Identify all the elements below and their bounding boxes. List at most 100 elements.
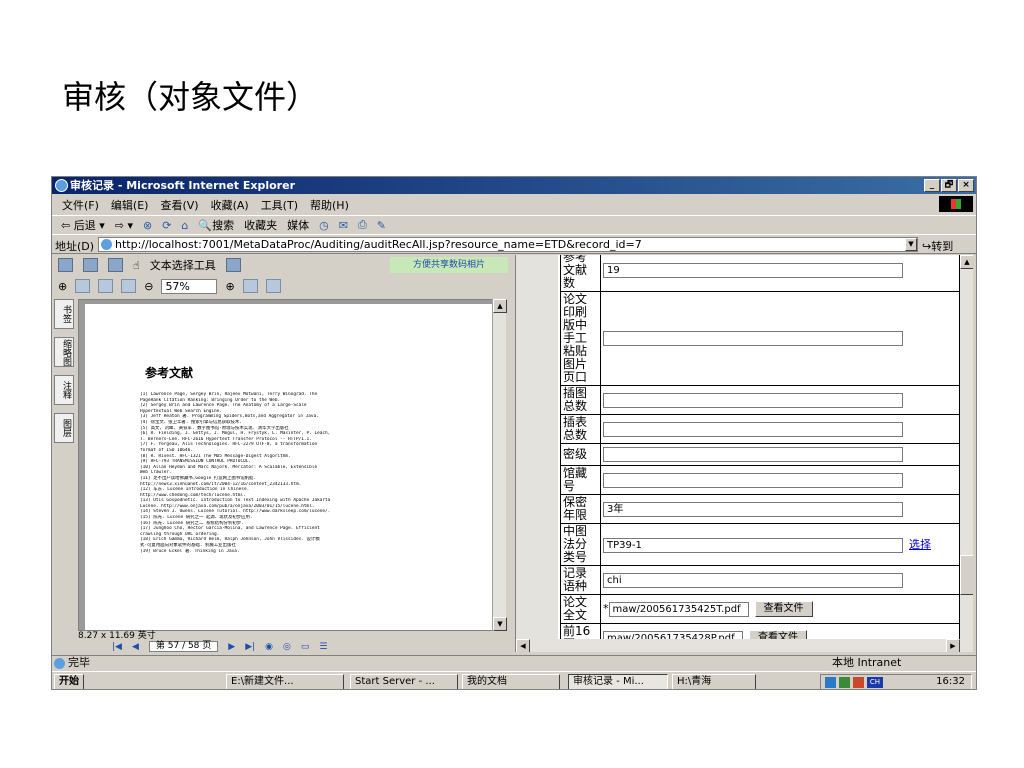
search-button[interactable]: 🔍搜索	[193, 217, 239, 233]
favorites-button[interactable]: 收藏夹	[239, 217, 282, 233]
form-vertical-scrollbar[interactable]: ▲	[960, 255, 973, 639]
next-page-icon[interactable]: ▶	[228, 642, 235, 652]
window-titlebar[interactable]: 审核记录 - Microsoft Internet Explorer _ 🗗 ×	[52, 177, 976, 194]
zoom-in-icon[interactable]: ⊕	[58, 280, 67, 293]
standard-toolbar: ⇦ 后退 ▾ ⇨ ▾ ⊗ ⟳ ⌂ 🔍搜索 收藏夹 媒体 ◷ ✉ ⎙ ✎	[52, 215, 976, 234]
last-page-icon[interactable]: ▶|	[245, 642, 255, 652]
first-page-icon[interactable]: |◀	[112, 642, 122, 652]
rotate-right-icon[interactable]	[265, 279, 281, 293]
tab-thumbnails[interactable]: 缩略图	[54, 337, 74, 367]
rotate-left-icon[interactable]	[242, 279, 258, 293]
secrecy-period-input[interactable]: 3年	[603, 501, 903, 517]
antivirus-icon[interactable]	[853, 677, 864, 688]
print-icon[interactable]	[83, 258, 98, 272]
find-icon[interactable]	[108, 258, 123, 272]
clc-number-input[interactable]: TP39-1	[603, 537, 903, 553]
task-new-folder[interactable]: E:\新建文件...	[226, 674, 344, 689]
tab-layers[interactable]: 图层	[54, 413, 74, 443]
fit-width-icon[interactable]	[121, 279, 137, 293]
table-row: 论文印刷版中手工粘贴图片页口	[560, 291, 960, 386]
home-icon[interactable]: ⌂	[176, 219, 193, 232]
history-icon[interactable]: ◷	[314, 219, 334, 232]
hand-tool-icon[interactable]: ☝	[133, 259, 140, 272]
menu-file[interactable]: 文件(F)	[56, 197, 105, 213]
zoom-input[interactable]: 57%	[161, 278, 218, 294]
text-select-tool[interactable]: 文本选择工具	[150, 257, 216, 273]
pdf-vertical-scrollbar[interactable]: ▲ ▼	[492, 299, 507, 631]
scroll-right-icon[interactable]: ▶	[946, 639, 960, 652]
label-figure-count: 插图总数	[560, 385, 601, 415]
pdf-toolbar-main: ☝ 文本选择工具 方便共享数码相片	[52, 255, 509, 275]
page-indicator[interactable]: 第 57 / 58 页	[148, 641, 219, 652]
forward-button[interactable]: ⇨ ▾	[110, 219, 138, 232]
address-input[interactable]: http://localhost:7001/MetaDataProc/Audit…	[98, 237, 918, 252]
forward-view-icon[interactable]: ◎	[283, 642, 291, 652]
browser-window: 审核记录 - Microsoft Internet Explorer _ 🗗 ×…	[51, 176, 977, 690]
close-button[interactable]: ×	[958, 179, 974, 192]
pdf-document-view[interactable]: 参考文献 [1] Lawrence Page, Sergey Brin, Raj…	[78, 299, 506, 631]
go-label: 转到	[931, 240, 954, 253]
refresh-icon[interactable]: ⟳	[157, 219, 176, 232]
snapshot-icon[interactable]	[225, 258, 241, 272]
page-done-icon	[54, 658, 65, 669]
input-method-icon[interactable]: CH	[867, 677, 883, 688]
address-dropdown-icon[interactable]: ▼	[905, 238, 917, 251]
task-qinghai-folder[interactable]: H:\青海	[672, 674, 756, 689]
prev-page-icon[interactable]: ◀	[132, 642, 139, 652]
view-fulltext-button[interactable]: 查看文件	[754, 601, 813, 617]
scroll-left-icon[interactable]: ◀	[516, 639, 530, 652]
go-button[interactable]: ↪转到	[922, 238, 953, 254]
manual-pasted-pages-input[interactable]	[603, 331, 903, 346]
fit-page-icon[interactable]	[98, 279, 114, 293]
table-row: 记录语种 chi	[560, 565, 960, 595]
print-icon[interactable]: ⎙	[353, 218, 372, 232]
zoom-out-icon[interactable]: ⊖	[144, 280, 153, 293]
scroll-down-icon[interactable]: ▼	[493, 617, 507, 631]
maximize-button[interactable]: 🗗	[941, 179, 957, 192]
back-view-icon[interactable]: ◉	[265, 642, 273, 652]
record-language-input[interactable]: chi	[603, 572, 903, 588]
form-horizontal-scrollbar[interactable]: ◀ ▶	[516, 639, 973, 652]
minimize-button[interactable]: _	[924, 179, 940, 192]
start-button[interactable]: 开始	[54, 674, 84, 689]
save-icon[interactable]	[58, 258, 73, 272]
window-controls: _ 🗗 ×	[924, 179, 974, 192]
address-label: 地址(D)	[55, 240, 95, 253]
network-icon[interactable]	[839, 677, 850, 688]
media-button[interactable]: 媒体	[282, 217, 314, 233]
select-clc-link[interactable]: 选择	[909, 538, 931, 551]
volume-icon[interactable]	[825, 677, 836, 688]
zoom-plus-icon[interactable]: ⊕	[225, 280, 234, 293]
continuous-page-icon[interactable]: ☰	[319, 642, 327, 652]
scroll-thumb[interactable]	[960, 555, 973, 595]
mail-icon[interactable]: ✉	[334, 219, 353, 232]
actual-size-icon[interactable]	[75, 279, 91, 293]
stop-icon[interactable]: ⊗	[138, 219, 157, 232]
task-my-documents[interactable]: 我的文档	[462, 674, 560, 689]
menu-favorites[interactable]: 收藏(A)	[205, 197, 255, 213]
reference-count-input[interactable]: 19	[603, 263, 903, 278]
collection-number-input[interactable]	[603, 472, 903, 488]
edit-icon[interactable]: ✎	[372, 219, 391, 232]
menu-view[interactable]: 查看(V)	[154, 197, 204, 213]
table-row: 馆藏号	[560, 465, 960, 495]
scroll-up-icon[interactable]: ▲	[960, 255, 973, 269]
fulltext-file-input[interactable]: maw/200561735425T.pdf	[608, 601, 749, 617]
tab-comments[interactable]: 注释	[54, 375, 74, 405]
pdf-side-tabs: 书签 缩略图 注释 图层	[54, 299, 78, 451]
promo-banner[interactable]: 方便共享数码相片	[390, 257, 508, 273]
security-level-input[interactable]	[603, 447, 903, 462]
menu-edit[interactable]: 编辑(E)	[105, 197, 155, 213]
pdf-viewer-pane: ☝ 文本选择工具 方便共享数码相片 ⊕ ⊖ 57% ⊕ 书签 缩略图 注释 图层…	[52, 255, 509, 652]
tab-bookmarks[interactable]: 书签	[54, 299, 74, 329]
scroll-up-icon[interactable]: ▲	[493, 299, 507, 313]
back-button[interactable]: ⇦ 后退 ▾	[56, 217, 110, 233]
menu-help[interactable]: 帮助(H)	[304, 197, 355, 213]
security-zone: 本地 Intranet	[832, 656, 902, 669]
task-audit-record[interactable]: 审核记录 - Mi...	[568, 674, 668, 689]
task-start-server[interactable]: Start Server - ...	[350, 674, 458, 689]
single-page-icon[interactable]: ▭	[301, 642, 310, 652]
table-count-input[interactable]	[603, 421, 903, 437]
figure-count-input[interactable]	[603, 392, 903, 408]
menu-tools[interactable]: 工具(T)	[255, 197, 304, 213]
